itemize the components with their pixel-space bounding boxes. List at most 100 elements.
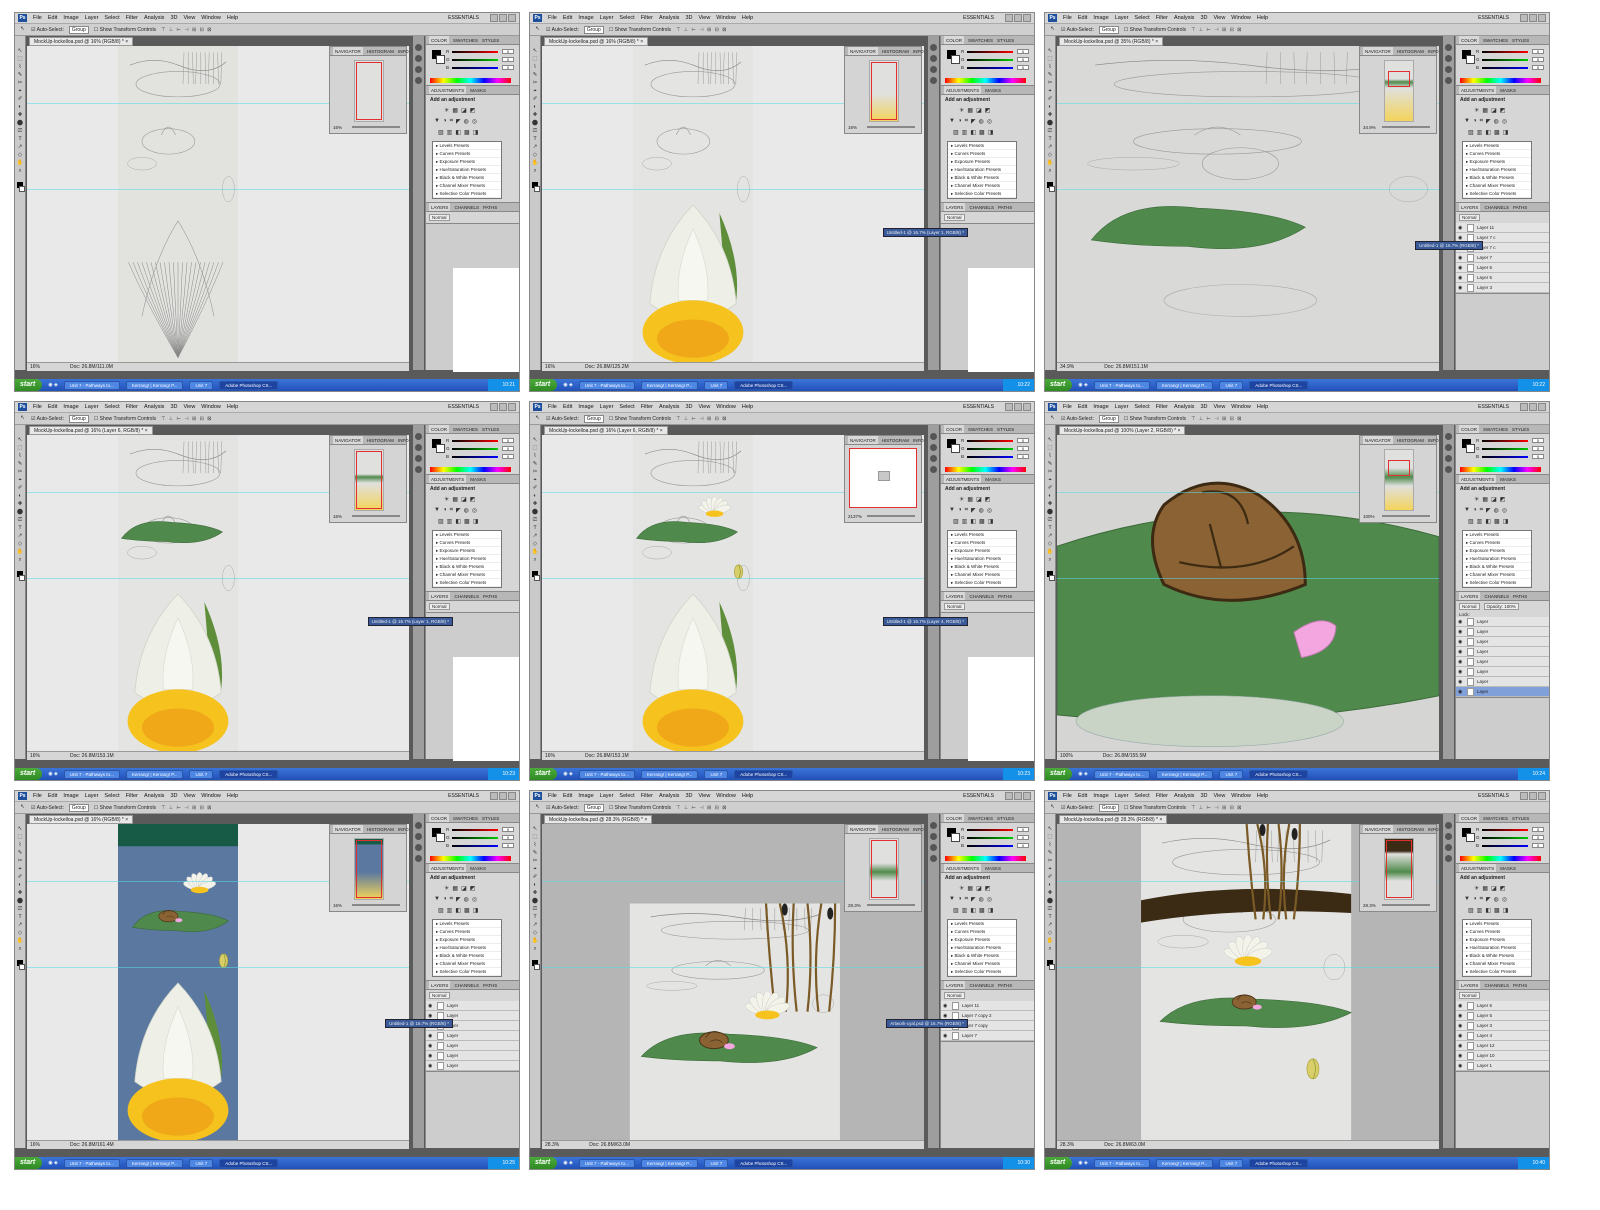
- navigator-thumbnail[interactable]: [869, 838, 899, 900]
- preset-item[interactable]: ▸ Exposure Presets: [948, 158, 1016, 166]
- adjustment-1-icon[interactable]: ☀: [444, 885, 449, 892]
- history-icon[interactable]: [415, 44, 422, 51]
- tab-masks[interactable]: MASKS: [985, 864, 1001, 872]
- menu-item-analysis[interactable]: Analysis: [659, 793, 679, 799]
- tool-1-icon[interactable]: ↖: [1047, 48, 1054, 55]
- adjustment-6-icon[interactable]: ◑: [1473, 507, 1477, 514]
- tab-adjustments[interactable]: ADJUSTMENTS: [944, 86, 982, 94]
- brush-panel-icon[interactable]: [1445, 444, 1452, 451]
- photoshop-logo-icon[interactable]: Ps: [18, 14, 27, 22]
- menu-item-layer[interactable]: Layer: [600, 404, 614, 410]
- tab-layers[interactable]: LAYERS: [429, 592, 451, 600]
- tab-channels[interactable]: CHANNELS: [969, 592, 994, 600]
- move-tool-icon[interactable]: ↖: [534, 415, 541, 422]
- auto-select-dropdown[interactable]: Group: [583, 25, 604, 34]
- clone-source-icon[interactable]: [930, 66, 937, 73]
- zoom-level[interactable]: 28.3%: [1060, 1141, 1074, 1149]
- adjustment-11-icon[interactable]: ▨: [953, 907, 959, 914]
- tab-histogram[interactable]: HISTOGRAM: [882, 825, 909, 833]
- adjustment-1-icon[interactable]: ☀: [1474, 885, 1479, 892]
- background-color-swatch[interactable]: [1048, 964, 1055, 970]
- start-button[interactable]: start: [1045, 379, 1073, 391]
- show-transform-checkbox[interactable]: ☐ Show Transform Controls: [609, 27, 671, 33]
- adjustment-3-icon[interactable]: ◪: [461, 885, 467, 892]
- history-icon[interactable]: [415, 822, 422, 829]
- navigator-zoom-value[interactable]: 16%: [333, 125, 342, 130]
- adjustment-14-icon[interactable]: ▩: [464, 129, 470, 136]
- maximize-icon[interactable]: [1014, 403, 1022, 411]
- tab-adjustments[interactable]: ADJUSTMENTS: [1459, 864, 1497, 872]
- preset-item[interactable]: ▸ Selective Color Presets: [433, 579, 501, 587]
- tool-12-icon[interactable]: T: [17, 914, 24, 921]
- tool-9-icon[interactable]: ✚: [1047, 112, 1054, 119]
- tab-channels[interactable]: CHANNELS: [454, 203, 479, 211]
- background-color-box[interactable]: [1466, 833, 1475, 842]
- red-slider[interactable]: [967, 51, 1013, 53]
- preset-item[interactable]: ▸ Selective Color Presets: [948, 190, 1016, 198]
- auto-select-checkbox[interactable]: ☑ Auto-Select:: [1061, 805, 1094, 811]
- adjustment-9-icon[interactable]: ◍: [464, 118, 469, 125]
- blue-value[interactable]: 0: [1532, 454, 1544, 459]
- start-button[interactable]: start: [530, 1157, 558, 1169]
- tab-layers[interactable]: LAYERS: [429, 203, 451, 211]
- adjustment-5-icon[interactable]: ▼: [1464, 896, 1470, 903]
- adjustment-2-icon[interactable]: ▦: [452, 496, 458, 503]
- adjustment-10-icon[interactable]: ◎: [472, 118, 477, 125]
- layer-row[interactable]: ◉ Layer: [426, 1001, 519, 1011]
- menu-item-file[interactable]: File: [33, 15, 42, 21]
- adjustment-12-icon[interactable]: ▥: [447, 907, 453, 914]
- taskbar-button[interactable]: Adobe Photoshop CS...: [219, 1158, 279, 1168]
- green-slider[interactable]: [967, 448, 1013, 450]
- brush-panel-icon[interactable]: [930, 444, 937, 451]
- tab-histogram[interactable]: HISTOGRAM: [367, 47, 394, 55]
- zoom-level[interactable]: 16%: [30, 752, 40, 760]
- align-buttons[interactable]: ⊤ ⊥ ⊢ ⊣ ⊞ ⊟ ⊠: [1191, 805, 1242, 811]
- blue-slider[interactable]: [1482, 845, 1528, 847]
- blue-slider[interactable]: [967, 845, 1013, 847]
- tab-channels[interactable]: CHANNELS: [1484, 203, 1509, 211]
- tab-paths[interactable]: PATHS: [1513, 981, 1527, 989]
- tab-navigator[interactable]: NAVIGATOR: [333, 47, 363, 55]
- preset-item[interactable]: ▸ Black & White Presets: [948, 952, 1016, 960]
- tool-1-icon[interactable]: ↖: [532, 437, 539, 444]
- adjustment-5-icon[interactable]: ▼: [1464, 507, 1470, 514]
- red-slider[interactable]: [1482, 440, 1528, 442]
- tool-15-icon[interactable]: ✋: [1047, 549, 1054, 556]
- tool-3-icon[interactable]: ⌇: [17, 842, 24, 849]
- adjustment-2-icon[interactable]: ▦: [1482, 496, 1488, 503]
- adjustment-11-icon[interactable]: ▨: [953, 518, 959, 525]
- adjustment-7-icon[interactable]: ⌗: [1480, 896, 1483, 903]
- taskbar-button[interactable]: Kerrang! | Kerrang! P...: [1155, 1158, 1214, 1168]
- tool-4-icon[interactable]: ✎: [532, 850, 539, 857]
- menu-item-edit[interactable]: Edit: [563, 404, 572, 410]
- start-button[interactable]: start: [530, 768, 558, 780]
- preset-item[interactable]: ▸ Channel Mixer Presets: [433, 571, 501, 579]
- green-slider[interactable]: [452, 59, 498, 61]
- tool-10-icon[interactable]: ⬤: [532, 120, 539, 127]
- menu-item-select[interactable]: Select: [1134, 404, 1149, 410]
- tool-8-icon[interactable]: ◐: [17, 882, 24, 889]
- preset-item[interactable]: ▸ Levels Presets: [1463, 920, 1531, 928]
- auto-select-checkbox[interactable]: ☑ Auto-Select:: [546, 27, 579, 33]
- layer-row[interactable]: ◉ Layer 11: [1456, 223, 1549, 233]
- taskbar-button[interactable]: Kerrang! | Kerrang! P...: [640, 1158, 699, 1168]
- adjustment-8-icon[interactable]: ◤: [1486, 118, 1491, 125]
- taskbar-button[interactable]: Unit 7 - Pathways to...: [63, 380, 120, 390]
- show-transform-checkbox[interactable]: ☐ Show Transform Controls: [609, 416, 671, 422]
- menu-item-3d[interactable]: 3D: [1200, 404, 1207, 410]
- preset-item[interactable]: ▸ Channel Mixer Presets: [1463, 960, 1531, 968]
- blend-mode-dropdown[interactable]: Normal: [429, 603, 450, 610]
- guide-line[interactable]: [27, 967, 409, 969]
- tab-channels[interactable]: CHANNELS: [969, 203, 994, 211]
- navigator-zoom-slider[interactable]: [352, 126, 400, 128]
- adjustment-4-icon[interactable]: ◩: [985, 885, 991, 892]
- tool-10-icon[interactable]: ⬤: [1047, 509, 1054, 516]
- actions-icon[interactable]: [1445, 855, 1452, 862]
- background-color-box[interactable]: [436, 833, 445, 842]
- tool-3-icon[interactable]: ⌇: [17, 64, 24, 71]
- menu-item-layer[interactable]: Layer: [1115, 793, 1129, 799]
- tab-navigator[interactable]: NAVIGATOR: [333, 825, 363, 833]
- preset-item[interactable]: ▸ Levels Presets: [948, 142, 1016, 150]
- actions-icon[interactable]: [415, 77, 422, 84]
- tool-7-icon[interactable]: ✐: [17, 485, 24, 492]
